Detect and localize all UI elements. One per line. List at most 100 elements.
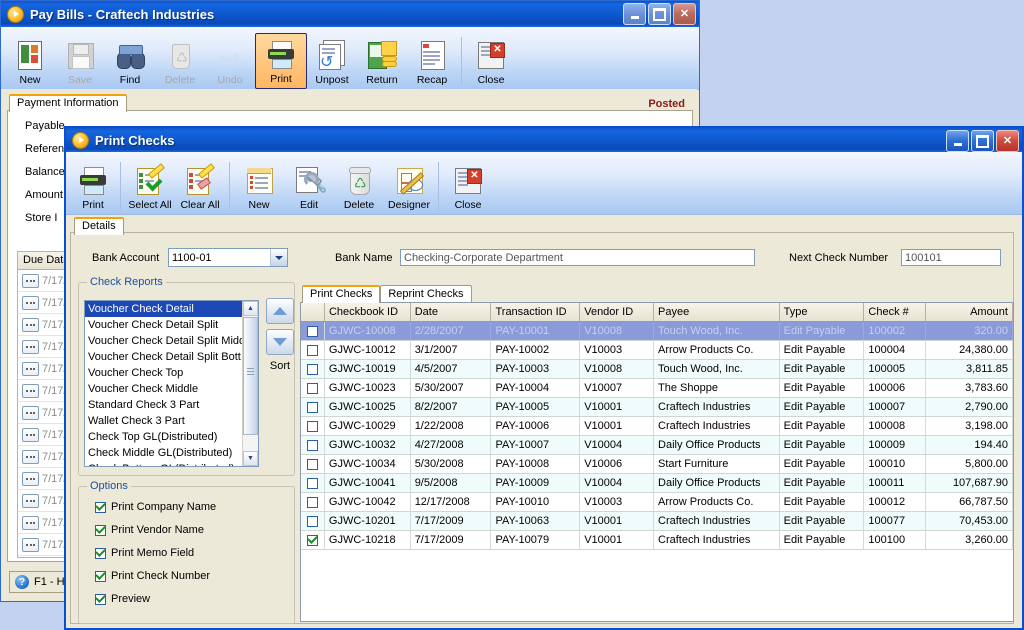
print-checks-toolbar[interactable]: Print Select All Clear All New Edit ♺ De… bbox=[66, 152, 1022, 215]
column-header[interactable]: Check # bbox=[864, 303, 927, 321]
table-cell[interactable]: GJWC-10012 bbox=[325, 341, 411, 359]
row-checkbox[interactable] bbox=[306, 458, 318, 470]
details-tabstrip[interactable]: Details bbox=[66, 214, 1024, 235]
row-select-cell[interactable] bbox=[301, 512, 325, 530]
table-cell[interactable]: 70,453.00 bbox=[926, 512, 1013, 530]
checkbox[interactable] bbox=[95, 570, 106, 582]
checkbox[interactable] bbox=[95, 547, 106, 559]
table-cell[interactable]: 3,198.00 bbox=[926, 417, 1013, 435]
table-cell[interactable]: 100012 bbox=[864, 493, 927, 511]
column-header[interactable]: Amount bbox=[926, 303, 1013, 321]
table-cell[interactable]: Start Furniture bbox=[654, 455, 780, 473]
table-row[interactable]: GJWC-10201 7/17/2009 PAY-10063 V10001 Crafte… bbox=[301, 512, 1013, 531]
table-row[interactable]: GJWC-10032 4/27/2008 PAY-10007 V10004 Daily … bbox=[301, 436, 1013, 455]
table-cell[interactable]: 100006 bbox=[864, 379, 927, 397]
table-cell[interactable]: PAY-10007 bbox=[491, 436, 581, 454]
toolbar-button-close[interactable]: ✕ Close bbox=[443, 160, 493, 214]
table-cell[interactable]: 320.00 bbox=[926, 322, 1013, 340]
table-cell[interactable]: GJWC-10032 bbox=[325, 436, 411, 454]
sort-controls[interactable]: Sort bbox=[260, 298, 300, 372]
ellipsis-lookup-button[interactable] bbox=[22, 361, 39, 376]
table-cell[interactable]: Craftech Industries bbox=[654, 531, 780, 549]
table-cell[interactable]: 12/17/2008 bbox=[411, 493, 492, 511]
bank-name-field[interactable]: Checking-Corporate Department bbox=[400, 249, 755, 266]
row-checkbox[interactable] bbox=[306, 439, 318, 451]
list-item[interactable]: Voucher Check Middle bbox=[85, 381, 243, 397]
table-cell[interactable]: GJWC-10023 bbox=[325, 379, 411, 397]
bank-account-combo[interactable]: 1100-01 bbox=[168, 248, 288, 267]
help-icon[interactable]: ? bbox=[15, 575, 29, 589]
table-cell[interactable]: V10004 bbox=[580, 436, 655, 454]
print-checks-window-buttons[interactable]: ✕ bbox=[946, 130, 1019, 152]
row-select-cell[interactable] bbox=[301, 474, 325, 492]
table-cell[interactable]: 7/17/2009 bbox=[411, 512, 492, 530]
table-cell[interactable]: V10003 bbox=[580, 493, 655, 511]
table-cell[interactable]: Edit Payable bbox=[780, 436, 865, 454]
row-checkbox[interactable] bbox=[306, 344, 318, 356]
table-cell[interactable]: PAY-10063 bbox=[491, 512, 581, 530]
tab-payment-information[interactable]: Payment Information bbox=[9, 94, 127, 112]
toolbar-button-new[interactable]: New bbox=[234, 160, 284, 214]
table-cell[interactable]: GJWC-10201 bbox=[325, 512, 411, 530]
maximize-button[interactable] bbox=[971, 130, 994, 152]
column-header[interactable]: Vendor ID bbox=[580, 303, 655, 321]
table-cell[interactable]: 5/30/2007 bbox=[411, 379, 492, 397]
table-cell[interactable]: GJWC-10019 bbox=[325, 360, 411, 378]
table-cell[interactable]: PAY-10002 bbox=[491, 341, 581, 359]
table-cell[interactable]: V10003 bbox=[580, 341, 655, 359]
row-checkbox[interactable] bbox=[306, 515, 318, 527]
table-cell[interactable]: Edit Payable bbox=[780, 341, 865, 359]
table-cell[interactable]: 24,380.00 bbox=[926, 341, 1013, 359]
table-cell[interactable]: GJWC-10034 bbox=[325, 455, 411, 473]
table-cell[interactable]: Touch Wood, Inc. bbox=[654, 322, 780, 340]
table-cell[interactable]: 100007 bbox=[864, 398, 927, 416]
table-cell[interactable]: Arrow Products Co. bbox=[654, 493, 780, 511]
row-checkbox[interactable] bbox=[306, 534, 318, 546]
table-cell[interactable]: The Shoppe bbox=[654, 379, 780, 397]
table-row[interactable]: GJWC-10041 9/5/2008 PAY-10009 V10004 Daily O… bbox=[301, 474, 1013, 493]
tab-reprint-checks[interactable]: Reprint Checks bbox=[380, 285, 472, 303]
table-cell[interactable]: 9/5/2008 bbox=[411, 474, 492, 492]
scroll-down-arrow[interactable]: ▼ bbox=[243, 451, 258, 466]
row-select-cell[interactable] bbox=[301, 341, 325, 359]
table-cell[interactable]: PAY-10009 bbox=[491, 474, 581, 492]
toolbar-button-delete[interactable]: ♺ Delete bbox=[334, 160, 384, 214]
row-select-cell[interactable] bbox=[301, 322, 325, 340]
table-cell[interactable]: 2/28/2007 bbox=[411, 322, 492, 340]
list-item[interactable]: Voucher Check Detail bbox=[85, 301, 243, 317]
row-checkbox[interactable] bbox=[306, 325, 318, 337]
toolbar-button-new[interactable]: New bbox=[5, 35, 55, 89]
minimize-button[interactable] bbox=[623, 3, 646, 25]
table-row[interactable]: GJWC-10029 1/22/2008 PAY-10006 V10001 Crafte… bbox=[301, 417, 1013, 436]
table-cell[interactable]: Edit Payable bbox=[780, 398, 865, 416]
table-row[interactable]: GJWC-10019 4/5/2007 PAY-10003 V10008 Touch W… bbox=[301, 360, 1013, 379]
print-checks-window[interactable]: Print Checks ✕ Print Select All Clear Al… bbox=[64, 126, 1024, 630]
toolbar-button-delete[interactable]: ♺ Delete bbox=[155, 35, 205, 89]
ellipsis-lookup-button[interactable] bbox=[22, 493, 39, 508]
table-cell[interactable]: V10008 bbox=[580, 360, 655, 378]
maximize-button[interactable] bbox=[648, 3, 671, 25]
table-cell[interactable]: 100077 bbox=[864, 512, 927, 530]
table-cell[interactable]: GJWC-10008 bbox=[325, 322, 411, 340]
table-cell[interactable]: 100009 bbox=[864, 436, 927, 454]
table-row[interactable]: GJWC-10218 7/17/2009 PAY-10079 V10001 Crafte… bbox=[301, 531, 1013, 550]
table-cell[interactable]: 2,790.00 bbox=[926, 398, 1013, 416]
list-item[interactable]: Voucher Check Detail Split bbox=[85, 317, 243, 333]
row-select-cell[interactable] bbox=[301, 531, 325, 549]
check-reports-listbox[interactable]: Voucher Check Detail Voucher Check Detail… bbox=[84, 300, 259, 467]
table-cell[interactable]: V10001 bbox=[580, 398, 655, 416]
row-checkbox[interactable] bbox=[306, 401, 318, 413]
list-item[interactable]: Voucher Check Top bbox=[85, 365, 243, 381]
tab-details[interactable]: Details bbox=[74, 217, 124, 235]
table-cell[interactable]: 3/1/2007 bbox=[411, 341, 492, 359]
sort-up-button[interactable] bbox=[266, 298, 294, 324]
table-cell[interactable]: PAY-10003 bbox=[491, 360, 581, 378]
table-cell[interactable]: PAY-10006 bbox=[491, 417, 581, 435]
row-select-cell[interactable] bbox=[301, 455, 325, 473]
option-row[interactable]: Print Vendor Name bbox=[95, 524, 216, 536]
row-select-cell[interactable] bbox=[301, 360, 325, 378]
table-row[interactable]: GJWC-10023 5/30/2007 PAY-10004 V10007 The Sh… bbox=[301, 379, 1013, 398]
ellipsis-lookup-button[interactable] bbox=[22, 295, 39, 310]
option-row[interactable]: Print Company Name bbox=[95, 501, 216, 513]
table-row[interactable]: GJWC-10012 3/1/2007 PAY-10002 V10003 Arrow P… bbox=[301, 341, 1013, 360]
